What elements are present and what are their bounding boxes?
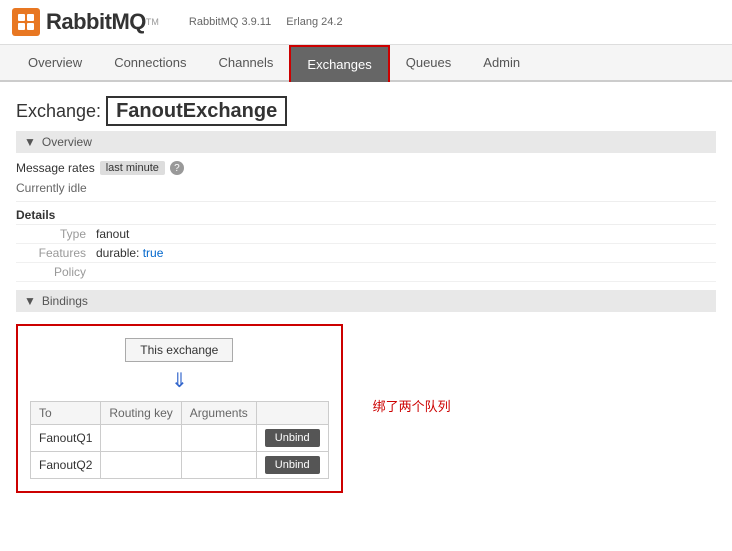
logo-tm: TM (146, 17, 159, 27)
rabbitmq-version: RabbitMQ 3.9.11 (189, 16, 271, 28)
nav-exchanges[interactable]: Exchanges (289, 45, 389, 82)
table-row: FanoutQ1 Unbind (31, 425, 329, 452)
nav: Overview Connections Channels Exchanges … (0, 45, 732, 82)
row2-action: Unbind (256, 452, 328, 479)
content: Exchange: FanoutExchange ▼ Overview Mess… (0, 82, 732, 511)
exchange-name: FanoutExchange (106, 96, 287, 126)
row2-routing-key (101, 452, 181, 479)
this-exchange-button[interactable]: This exchange (125, 338, 233, 362)
row2-to: FanoutQ2 (31, 452, 101, 479)
type-value: fanout (96, 227, 129, 241)
type-label: Type (16, 227, 96, 241)
idle-text: Currently idle (16, 179, 716, 202)
policy-row: Policy (16, 263, 716, 282)
col-to: To (31, 402, 101, 425)
table-header-row: To Routing key Arguments (31, 402, 329, 425)
col-routing-key: Routing key (101, 402, 181, 425)
bindings-section-header[interactable]: ▼ Bindings (16, 290, 716, 312)
col-action (256, 402, 328, 425)
page-title: Exchange: FanoutExchange (16, 100, 716, 123)
bindings-label: Bindings (42, 294, 88, 308)
message-rates-badge: last minute (100, 161, 165, 175)
nav-connections[interactable]: Connections (98, 45, 202, 82)
nav-queues[interactable]: Queues (390, 45, 468, 82)
features-value: durable: true (96, 246, 163, 260)
unbind-button-1[interactable]: Unbind (265, 429, 320, 447)
features-row: Features durable: true (16, 244, 716, 263)
table-row: FanoutQ2 Unbind (31, 452, 329, 479)
features-durable: durable: (96, 246, 139, 260)
title-prefix: Exchange: (16, 101, 101, 121)
unbind-button-2[interactable]: Unbind (265, 456, 320, 474)
row2-arguments (181, 452, 256, 479)
row1-arguments (181, 425, 256, 452)
overview-arrow: ▼ (24, 135, 36, 149)
bindings-arrow: ▼ (24, 294, 36, 308)
message-rates-row: Message rates last minute ? (16, 157, 716, 179)
bindings-box: This exchange ⇓ To Routing key Arguments… (16, 324, 343, 493)
row1-action: Unbind (256, 425, 328, 452)
bindings-table: To Routing key Arguments FanoutQ1 Unbind (30, 401, 329, 479)
erlang-version: Erlang 24.2 (286, 16, 342, 28)
this-exchange-container: This exchange (30, 338, 329, 362)
logo: RabbitMQTM (12, 8, 159, 36)
col-arguments: Arguments (181, 402, 256, 425)
overview-label: Overview (42, 135, 92, 149)
message-rates-label: Message rates (16, 161, 95, 175)
nav-channels[interactable]: Channels (202, 45, 289, 82)
type-row: Type fanout (16, 225, 716, 244)
header: RabbitMQTM RabbitMQ 3.9.11 Erlang 24.2 (0, 0, 732, 45)
row1-routing-key (101, 425, 181, 452)
down-arrow: ⇓ (30, 368, 329, 393)
overview-section-header[interactable]: ▼ Overview (16, 131, 716, 153)
bindings-section: This exchange ⇓ To Routing key Arguments… (16, 316, 716, 501)
details-label: Details (16, 202, 716, 225)
help-icon[interactable]: ? (170, 161, 184, 175)
policy-label: Policy (16, 265, 96, 279)
version-info: RabbitMQ 3.9.11 Erlang 24.2 (189, 16, 355, 28)
side-note: 绑了两个队列 (373, 396, 451, 415)
features-durable-value: true (143, 246, 164, 260)
nav-overview[interactable]: Overview (12, 45, 98, 82)
features-label: Features (16, 246, 96, 260)
row1-to: FanoutQ1 (31, 425, 101, 452)
logo-text: RabbitMQ (46, 9, 146, 35)
nav-admin[interactable]: Admin (467, 45, 536, 82)
logo-icon (12, 8, 40, 36)
